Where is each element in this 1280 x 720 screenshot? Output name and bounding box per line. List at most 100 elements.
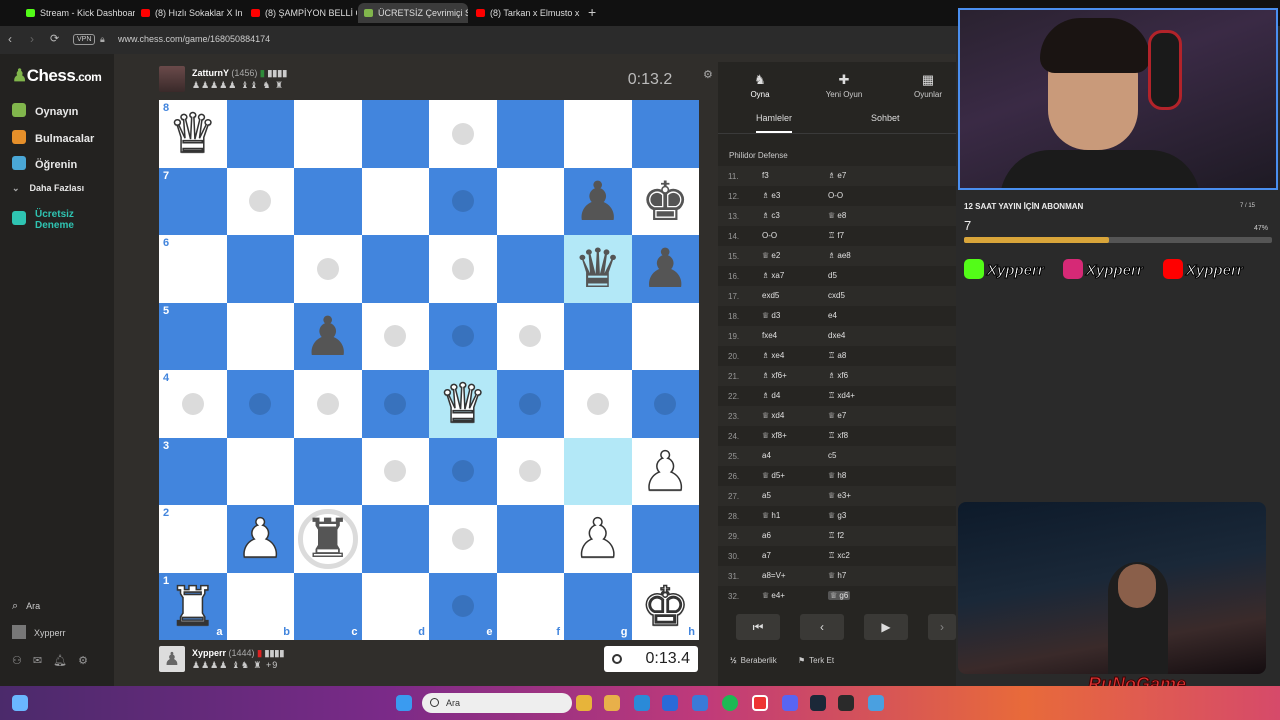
move-hint-dot[interactable] <box>384 325 407 348</box>
white-move[interactable]: ♗ c3 <box>762 211 780 220</box>
bell-icon[interactable]: 🔔︎ <box>53 655 78 667</box>
square-d1[interactable]: d <box>361 572 429 640</box>
black-move[interactable]: d5 <box>828 271 837 280</box>
white-piece[interactable]: ♜ <box>159 573 227 641</box>
square-g2[interactable]: ♟ <box>564 505 632 573</box>
nav-puzzles[interactable]: Bulmacalar <box>12 130 94 145</box>
edge-icon[interactable] <box>634 695 650 711</box>
black-move[interactable]: dxe4 <box>828 331 845 340</box>
discord-icon[interactable] <box>782 695 798 711</box>
nav-learn[interactable]: Öğrenin <box>12 156 77 171</box>
black-move[interactable]: cxd5 <box>828 291 845 300</box>
move-hint-dot[interactable] <box>451 325 474 348</box>
black-move[interactable]: ♕ g6 <box>828 591 851 600</box>
move-hint-dot[interactable] <box>451 122 474 145</box>
white-move[interactable]: ♗ d4 <box>762 391 780 400</box>
next-move-button[interactable]: ▶ <box>864 614 908 640</box>
square-e1[interactable]: e <box>429 572 497 640</box>
square-e4[interactable]: ♛ <box>429 370 497 438</box>
nav-free-trial[interactable]: Ücretsiz Deneme <box>12 209 102 231</box>
white-piece[interactable]: ♟ <box>227 505 295 573</box>
square-d5[interactable] <box>361 302 429 370</box>
square-f5[interactable] <box>496 302 564 370</box>
spotify-icon[interactable] <box>722 695 738 711</box>
square-a6[interactable]: 6 <box>159 235 227 303</box>
square-c3[interactable] <box>294 437 362 505</box>
square-c8[interactable] <box>294 100 362 168</box>
square-g1[interactable]: g <box>564 572 632 640</box>
opera-icon[interactable] <box>752 695 768 711</box>
black-move[interactable]: ♖ a8 <box>828 351 846 360</box>
square-b7[interactable] <box>226 167 294 235</box>
black-move[interactable]: ♕ e3+ <box>828 491 851 500</box>
black-move[interactable]: ♕ h8 <box>828 471 846 480</box>
square-d8[interactable] <box>361 100 429 168</box>
white-piece[interactable]: ♟ <box>632 438 700 506</box>
windows-start-icon[interactable] <box>396 695 412 711</box>
black-move[interactable]: e4 <box>828 311 837 320</box>
square-c7[interactable] <box>294 167 362 235</box>
square-f6[interactable] <box>496 235 564 303</box>
move-hint-dot[interactable] <box>451 460 474 483</box>
square-a5[interactable]: 5 <box>159 302 227 370</box>
tab-new-game[interactable]: ✚ Yeni Oyun <box>804 72 884 99</box>
square-f3[interactable] <box>496 437 564 505</box>
white-move[interactable]: O-O <box>762 231 777 240</box>
black-move[interactable]: ♕ e7 <box>828 411 846 420</box>
white-move[interactable]: a8=V+ <box>762 571 786 580</box>
square-c1[interactable]: c <box>294 572 362 640</box>
white-move[interactable]: a7 <box>762 551 771 560</box>
square-b6[interactable] <box>226 235 294 303</box>
browser-tab[interactable]: (8) ŞAMPİYON BELLİ C <box>245 3 357 23</box>
white-piece[interactable]: ♟ <box>564 505 632 573</box>
tab-games[interactable]: ▦ Oyunlar <box>888 72 968 99</box>
move-hint-dot[interactable] <box>451 257 474 280</box>
white-piece[interactable]: ♚ <box>632 573 700 641</box>
bottom-player-name[interactable]: Xypperr (1444) ▮ ▮▮▮▮ <box>192 648 284 659</box>
square-g5[interactable] <box>564 302 632 370</box>
white-move[interactable]: ♗ e3 <box>762 191 780 200</box>
sidebar-search[interactable]: ⌕ Ara <box>12 600 40 613</box>
black-move[interactable]: ♖ f2 <box>828 531 844 540</box>
square-f7[interactable] <box>496 167 564 235</box>
move-hint-dot[interactable] <box>654 392 677 415</box>
square-g4[interactable] <box>564 370 632 438</box>
mail-icon[interactable] <box>692 695 708 711</box>
square-e3[interactable] <box>429 437 497 505</box>
black-move[interactable]: ♕ g3 <box>828 511 846 520</box>
square-e5[interactable] <box>429 302 497 370</box>
white-move[interactable]: ♕ e4+ <box>762 591 785 600</box>
square-a8[interactable]: 8 ♛ <box>159 100 227 168</box>
move-hint-dot[interactable] <box>316 257 339 280</box>
black-move[interactable]: ♗ xf6 <box>828 371 848 380</box>
square-b8[interactable] <box>226 100 294 168</box>
white-move[interactable]: f3 <box>762 171 769 180</box>
draw-button[interactable]: ½ Beraberlik <box>730 656 777 665</box>
square-b3[interactable] <box>226 437 294 505</box>
sidebar-bottom-icons[interactable]: ⚇✉🔔︎⚙ <box>12 654 99 667</box>
black-piece[interactable]: ♟ <box>294 303 362 371</box>
square-e2[interactable] <box>429 505 497 573</box>
white-move[interactable]: ♕ xf8+ <box>762 431 787 440</box>
chess-logo[interactable]: ♟Chess.com <box>12 66 102 86</box>
square-f8[interactable] <box>496 100 564 168</box>
square-a4[interactable]: 4 <box>159 370 227 438</box>
black-move[interactable]: c5 <box>828 451 836 460</box>
folder-icon[interactable] <box>576 695 592 711</box>
white-move[interactable]: ♗ xe4 <box>762 351 784 360</box>
square-h5[interactable] <box>631 302 699 370</box>
white-move[interactable]: ♗ xf6+ <box>762 371 787 380</box>
move-hint-dot[interactable] <box>181 392 204 415</box>
square-d6[interactable] <box>361 235 429 303</box>
move-hint-dot[interactable] <box>451 190 474 213</box>
black-piece[interactable]: ♚ <box>632 168 700 236</box>
prev-move-button[interactable]: ‹ <box>800 614 844 640</box>
square-e7[interactable] <box>429 167 497 235</box>
square-h8[interactable] <box>631 100 699 168</box>
square-d4[interactable] <box>361 370 429 438</box>
tab-moves[interactable]: Hamleler <box>756 113 793 133</box>
move-hint-dot[interactable] <box>451 527 474 550</box>
white-move[interactable]: fxe4 <box>762 331 777 340</box>
new-tab-button[interactable]: + <box>588 4 596 20</box>
app-icon[interactable] <box>12 695 28 711</box>
